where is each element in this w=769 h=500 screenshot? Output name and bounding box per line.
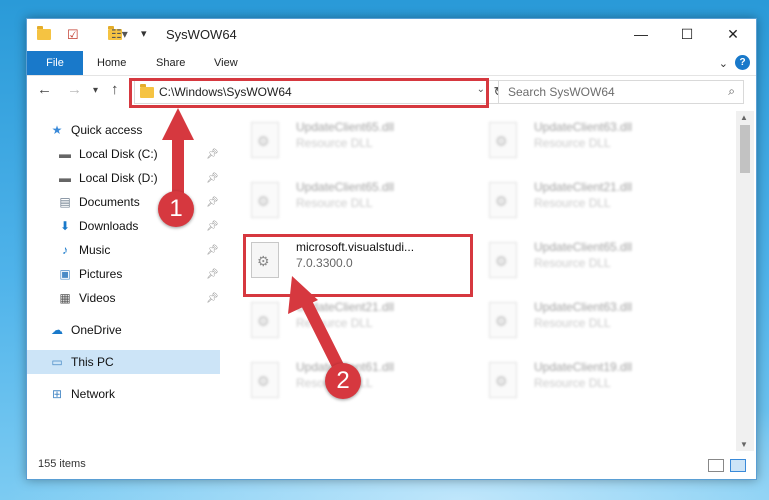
step-1-badge: 1 — [158, 191, 194, 227]
arrow-2 — [288, 276, 346, 376]
step-2-badge: 2 — [325, 363, 361, 399]
annotation-arrows — [162, 108, 346, 376]
arrow-1 — [162, 108, 194, 206]
